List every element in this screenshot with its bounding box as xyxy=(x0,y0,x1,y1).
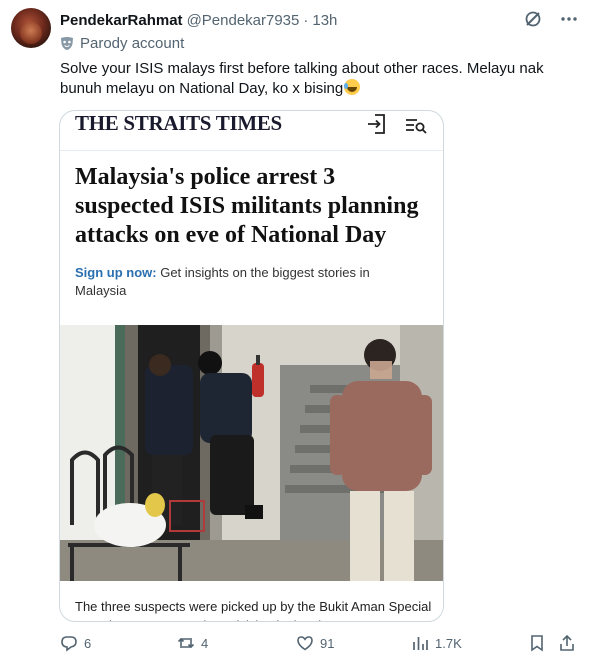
bookmark-button[interactable] xyxy=(528,632,546,654)
like-icon xyxy=(297,636,313,651)
author-handle[interactable]: @Pendekar7935 xyxy=(187,12,300,29)
bookmark-icon xyxy=(531,635,543,652)
masthead-title: THE STRAITS TIMES xyxy=(75,111,282,135)
repost-button[interactable]: 4 xyxy=(177,632,208,654)
login-icon xyxy=(366,113,388,135)
news-photo-illustration xyxy=(60,325,443,581)
parody-mask-icon xyxy=(60,36,74,51)
article-headline: Malaysia's police arrest 3 suspected ISI… xyxy=(75,164,419,248)
parody-text: Parody account xyxy=(80,34,185,52)
views-icon xyxy=(413,637,428,650)
signup-prompt: Sign up now: Get insights on the biggest… xyxy=(75,264,415,300)
views-button[interactable]: 1.7K xyxy=(411,632,462,654)
tweet-text: Solve your ISIS malays first before talk… xyxy=(60,59,570,99)
reply-count: 6 xyxy=(84,635,92,651)
header-actions xyxy=(523,9,579,29)
tweet-body: Solve your ISIS malays first before talk… xyxy=(60,60,544,97)
reply-icon xyxy=(61,636,77,652)
search-menu-icon xyxy=(405,115,427,135)
repost-icon xyxy=(177,637,195,649)
like-button[interactable]: 91 xyxy=(296,632,334,654)
tweet[interactable]: PendekarRahmat @Pendekar7935 · 13h Parod… xyxy=(0,0,589,663)
signup-link: Sign up now: xyxy=(75,265,157,280)
separator: · xyxy=(303,11,309,29)
timestamp[interactable]: 13h xyxy=(312,12,337,29)
views-count: 1.7K xyxy=(435,635,462,651)
article-image-card[interactable]: THE STRAITS TIMES Malaysia's police arre… xyxy=(59,110,444,622)
photo-caption: The three suspects were picked up by the… xyxy=(75,599,432,621)
news-photo xyxy=(60,325,443,581)
avatar[interactable] xyxy=(11,8,51,48)
author-name[interactable]: PendekarRahmat xyxy=(60,12,183,29)
repost-count: 4 xyxy=(201,635,209,651)
masthead-bar: THE STRAITS TIMES xyxy=(60,111,443,151)
more-icon[interactable] xyxy=(559,9,579,29)
action-bar: 6 4 91 1.7K xyxy=(60,632,580,654)
like-count: 91 xyxy=(320,635,335,651)
share-icon xyxy=(560,634,574,651)
laughing-emoji-icon xyxy=(344,79,361,95)
tweet-header: PendekarRahmat @Pendekar7935 · 13h xyxy=(60,9,579,31)
grok-icon[interactable] xyxy=(523,9,543,29)
parody-label: Parody account xyxy=(60,33,184,53)
share-button[interactable] xyxy=(558,632,576,654)
reply-button[interactable]: 6 xyxy=(60,632,91,654)
